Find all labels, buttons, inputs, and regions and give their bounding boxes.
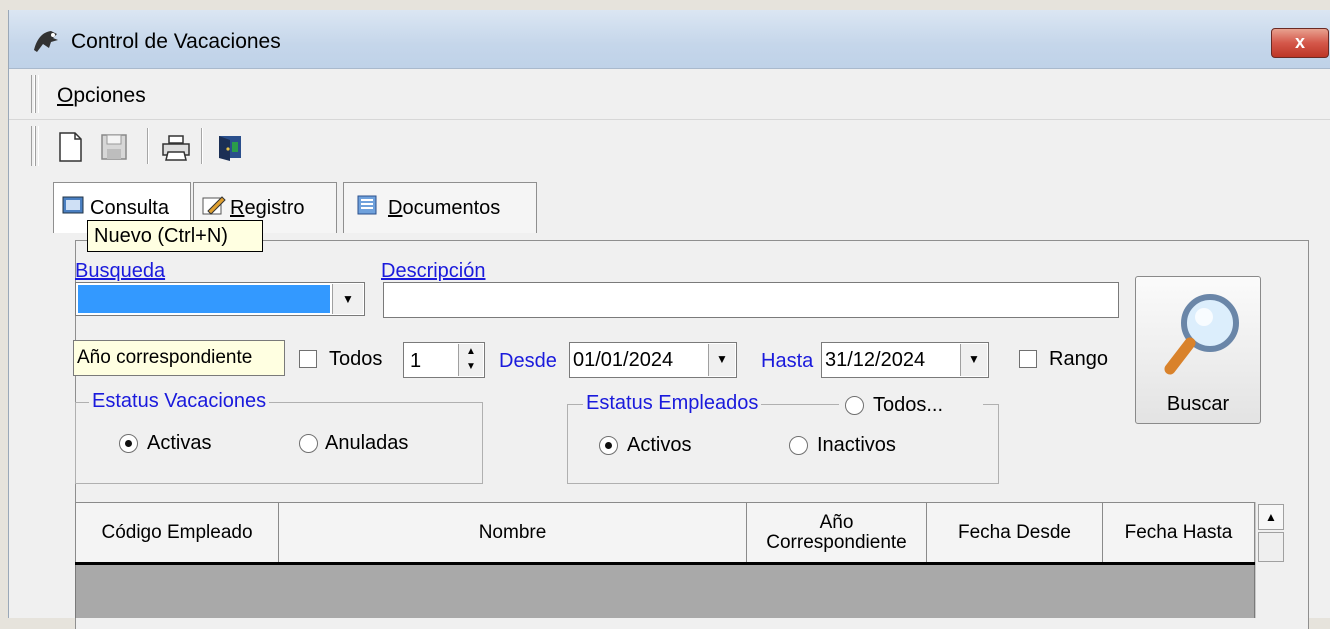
toolbar — [9, 120, 1330, 172]
rango-label: Rango — [1049, 348, 1108, 370]
activas-label: Activas — [147, 432, 212, 454]
registro-icon — [202, 195, 226, 217]
menu-grip-2 — [35, 75, 39, 113]
toolbar-separator-2 — [201, 128, 203, 164]
todos-checkbox[interactable] — [299, 350, 317, 368]
anio-value: 1 — [410, 350, 422, 372]
todos-empleados-label: Todos... — [873, 394, 944, 416]
title-bar[interactable]: Control de Vacaciones x — [9, 10, 1330, 69]
menu-opciones[interactable]: Opciones — [57, 84, 146, 108]
busqueda-combo[interactable]: ▼ — [75, 282, 365, 316]
window-title: Control de Vacaciones — [71, 30, 281, 53]
grid-header-divider — [75, 562, 1255, 565]
anuladas-radio[interactable] — [299, 434, 318, 453]
buscar-label: Buscar — [1166, 393, 1230, 415]
documentos-icon — [356, 195, 380, 217]
scroll-thumb[interactable] — [1258, 532, 1284, 562]
estatus-vacaciones-legend: Estatus Vacaciones — [89, 390, 270, 413]
chevron-down-icon[interactable]: ▼ — [332, 284, 363, 314]
descripcion-input[interactable] — [383, 282, 1119, 318]
column-header-nombre[interactable]: Nombre — [279, 502, 747, 564]
estatus-empleados-legend: Estatus Empleados — [583, 392, 762, 415]
tab-registro-label: Registro — [230, 197, 304, 220]
desde-label: Desde — [499, 350, 557, 372]
consulta-icon — [62, 195, 86, 217]
hasta-dropdown-icon[interactable]: ▼ — [960, 344, 987, 376]
menu-opciones-label: pciones — [73, 84, 146, 107]
desde-value: 01/01/2024 — [573, 349, 674, 371]
tooltip: Nuevo (Ctrl+N) — [87, 220, 263, 252]
app-window: Control de Vacaciones x Opciones Consult… — [8, 10, 1330, 629]
hasta-value: 31/12/2024 — [825, 349, 926, 371]
tab-registro-mnemonic: R — [230, 197, 245, 219]
menu-bar: Opciones — [9, 69, 1330, 120]
rango-checkbox[interactable] — [1019, 350, 1037, 368]
toolbar-grip-2 — [35, 126, 39, 166]
tab-documentos[interactable]: Documentos — [343, 182, 537, 233]
new-document-icon[interactable] — [53, 130, 87, 164]
menu-opciones-mnemonic: O — [57, 84, 74, 107]
tab-registro-text: egistro — [244, 197, 305, 219]
column-header-anio[interactable]: Año Correspondiente — [747, 502, 927, 564]
column-header-fecha-desde[interactable]: Fecha Desde — [927, 502, 1103, 564]
anio-label: Año correspondiente — [77, 347, 253, 368]
inactivos-radio[interactable] — [789, 436, 808, 455]
activos-radio[interactable] — [599, 436, 618, 455]
print-icon[interactable] — [159, 130, 193, 164]
tab-documentos-label: Documentos — [388, 197, 501, 219]
anio-stepper[interactable]: 1 ▲ ▼ — [403, 342, 485, 378]
column-header-codigo[interactable]: Código Empleado — [75, 502, 279, 564]
inactivos-label: Inactivos — [817, 434, 896, 456]
todos-label: Todos — [329, 348, 383, 370]
busqueda-selection — [78, 285, 330, 313]
hasta-date-picker[interactable]: 31/12/2024 ▼ — [821, 342, 989, 378]
todos-radio[interactable] — [845, 396, 864, 415]
save-icon[interactable] — [97, 130, 131, 164]
exit-icon[interactable] — [213, 130, 247, 164]
toolbar-separator — [147, 128, 149, 164]
desde-dropdown-icon[interactable]: ▼ — [708, 344, 735, 376]
tab-consulta-label: Consulta — [90, 197, 169, 219]
search-icon — [1160, 287, 1240, 379]
spin-buttons[interactable]: ▲ ▼ — [458, 344, 483, 376]
busqueda-label: Busqueda — [75, 260, 166, 282]
hasta-label: Hasta — [761, 350, 814, 372]
desde-date-picker[interactable]: 01/01/2024 ▼ — [569, 342, 737, 378]
app-icon — [31, 28, 61, 54]
anio-field: Año correspondiente — [73, 340, 285, 376]
buscar-button[interactable]: Buscar — [1135, 276, 1261, 424]
descripcion-label: Descripción — [381, 260, 486, 282]
scroll-up-icon[interactable]: ▲ — [1258, 504, 1284, 530]
activas-radio[interactable] — [119, 434, 138, 453]
close-button[interactable]: x — [1271, 28, 1329, 58]
column-header-fecha-hasta[interactable]: Fecha Hasta — [1103, 502, 1255, 564]
grid-scrollbar[interactable]: ▲ — [1255, 502, 1286, 618]
anuladas-label: Anuladas — [325, 432, 409, 454]
activos-label: Activos — [627, 434, 692, 456]
